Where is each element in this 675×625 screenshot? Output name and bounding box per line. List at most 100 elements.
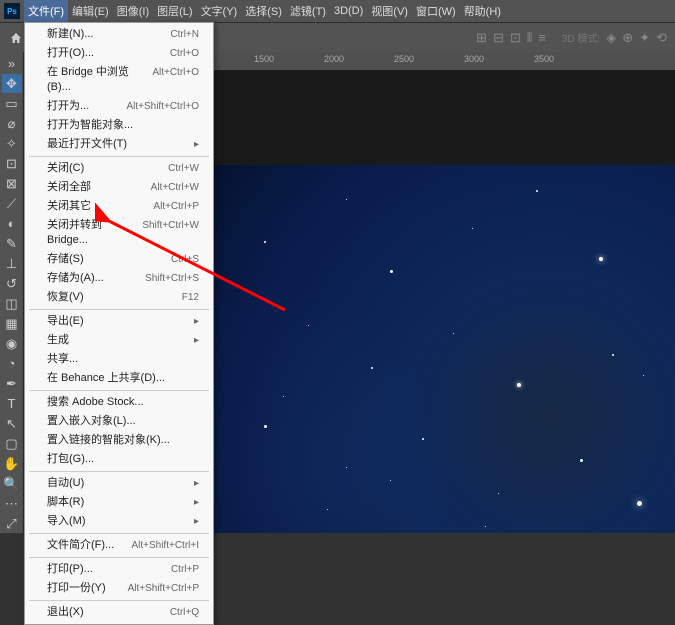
menu-item-label: 存储(S) [47, 252, 84, 267]
menu-item[interactable]: 生成▸ [25, 331, 213, 350]
menu-item-shortcut: ▸ [194, 495, 199, 510]
dodge-tool[interactable]: ◔ [2, 354, 22, 373]
menu-item[interactable]: 文件简介(F)...Alt+Shift+Ctrl+I [25, 536, 213, 555]
menu-item[interactable]: 关闭(C)Ctrl+W [25, 159, 213, 178]
menu-item[interactable]: 最近打开文件(T)▸ [25, 135, 213, 154]
blur-tool[interactable]: ◉ [2, 334, 22, 353]
ruler-tick: 3500 [534, 54, 554, 64]
menu-item-shortcut: ▸ [194, 476, 199, 491]
menu-item-shortcut: Ctrl+O [170, 46, 199, 61]
app-logo: Ps [4, 3, 20, 19]
menu-item-shortcut: Alt+Ctrl+O [152, 65, 199, 95]
align-icon[interactable]: ⊟ [493, 30, 504, 46]
align-icon[interactable]: ≡ [538, 30, 546, 46]
menu-help[interactable]: 帮助(H) [460, 0, 505, 22]
menu-item-label: 最近打开文件(T) [47, 137, 127, 152]
type-tool[interactable]: T [2, 394, 22, 413]
menu-file[interactable]: 文件(F) [24, 0, 68, 22]
menu-item[interactable]: 导出(E)▸ [25, 312, 213, 331]
menu-item[interactable]: 脚本(R) ▸ [25, 493, 213, 512]
hand-tool[interactable]: ✋ [2, 454, 22, 473]
menu-item-shortcut: F12 [182, 290, 199, 305]
pen-tool[interactable]: ✒ [2, 374, 22, 393]
menu-item[interactable]: 恢复(V)F12 [25, 288, 213, 307]
stamp-tool[interactable]: ⊥ [2, 254, 22, 273]
swap-colors-icon[interactable]: ⤢ [2, 514, 22, 533]
brush-tool[interactable]: ✎ [2, 234, 22, 253]
3d-icon[interactable]: ◈ [606, 30, 616, 46]
menu-item-label: 退出(X) [47, 605, 84, 620]
menu-item[interactable]: 搜索 Adobe Stock... [25, 393, 213, 412]
frame-tool[interactable]: ⊠ [2, 174, 22, 193]
menu-item[interactable]: 打开为智能对象... [25, 116, 213, 135]
menu-item[interactable]: 在 Behance 上共享(D)... [25, 369, 213, 388]
menu-item[interactable]: 导入(M) ▸ [25, 512, 213, 531]
menu-item-shortcut: ▸ [194, 333, 199, 348]
menu-item-label: 置入链接的智能对象(K)... [47, 433, 170, 448]
menu-item[interactable]: 打包(G)... [25, 450, 213, 469]
align-icon[interactable]: ⊡ [510, 30, 521, 46]
menu-window[interactable]: 窗口(W) [412, 0, 460, 22]
menu-separator [29, 309, 209, 310]
menu-item-label: 在 Behance 上共享(D)... [47, 371, 165, 386]
menu-item[interactable]: 关闭全部Alt+Ctrl+W [25, 178, 213, 197]
menu-item[interactable]: 自动(U)▸ [25, 474, 213, 493]
menu-item[interactable]: 置入嵌入对象(L)... [25, 412, 213, 431]
menu-item-label: 共享... [47, 352, 78, 367]
file-menu-dropdown: 新建(N)...Ctrl+N打开(O)...Ctrl+O在 Bridge 中浏览… [24, 22, 214, 625]
wand-tool[interactable]: ✧ [2, 134, 22, 153]
eraser-tool[interactable]: ◫ [2, 294, 22, 313]
history-tool[interactable]: ↺ [2, 274, 22, 293]
lasso-tool[interactable]: ⌀ [2, 114, 22, 133]
menu-item[interactable]: 打印一份(Y)Alt+Shift+Ctrl+P [25, 579, 213, 598]
menu-item[interactable]: 打开为...Alt+Shift+Ctrl+O [25, 97, 213, 116]
menu-filter[interactable]: 滤镜(T) [286, 0, 330, 22]
menu-item-label: 导入(M) [47, 514, 86, 529]
menu-item-label: 关闭其它 [47, 199, 91, 214]
3d-icon[interactable]: ⊕ [622, 30, 633, 46]
move-tool[interactable]: ✥ [2, 74, 22, 93]
3d-icon[interactable]: ⟲ [656, 30, 667, 46]
marquee-tool[interactable]: ▭ [2, 94, 22, 113]
menu-item[interactable]: 打印(P)...Ctrl+P [25, 560, 213, 579]
path-tool[interactable]: ↖ [2, 414, 22, 433]
menu-item[interactable]: 在 Bridge 中浏览(B)...Alt+Ctrl+O [25, 63, 213, 97]
menu-item[interactable]: 存储为(A)...Shift+Ctrl+S [25, 269, 213, 288]
mode-label: 3D 模式: [562, 30, 600, 46]
heal-tool[interactable]: ◐ [2, 214, 22, 233]
menu-edit[interactable]: 编辑(E) [68, 0, 113, 22]
zoom-tool[interactable]: 🔍 [2, 474, 22, 493]
menu-view[interactable]: 视图(V) [367, 0, 412, 22]
menu-item[interactable]: 新建(N)...Ctrl+N [25, 25, 213, 44]
menu-select[interactable]: 选择(S) [241, 0, 286, 22]
menu-separator [29, 156, 209, 157]
menu-type[interactable]: 文字(Y) [197, 0, 242, 22]
more-tool[interactable]: ⋯ [2, 494, 22, 513]
menu-item[interactable]: 置入链接的智能对象(K)... [25, 431, 213, 450]
menu-item-shortcut: Ctrl+Q [170, 605, 199, 620]
menu-layer[interactable]: 图层(L) [153, 0, 196, 22]
align-icon[interactable]: ⫴ [527, 30, 532, 46]
menu-item[interactable]: 关闭并转到 Bridge...Shift+Ctrl+W [25, 216, 213, 250]
menu-image[interactable]: 图像(I) [113, 0, 153, 22]
menu-item[interactable]: 打开(O)...Ctrl+O [25, 44, 213, 63]
gradient-tool[interactable]: ▦ [2, 314, 22, 333]
menu-item[interactable]: 存储(S)Ctrl+S [25, 250, 213, 269]
eyedropper-tool[interactable]: ⟋ [2, 194, 22, 213]
menu-item-label: 脚本(R) [47, 495, 84, 510]
menu-item-shortcut: ▸ [194, 514, 199, 529]
menu-item[interactable]: 退出(X) Ctrl+Q [25, 603, 213, 622]
align-icon[interactable]: ⊞ [476, 30, 487, 46]
crop-tool[interactable]: ⊡ [2, 154, 22, 173]
rect-tool[interactable]: ▢ [2, 434, 22, 453]
home-icon[interactable] [8, 30, 24, 46]
menu-item-label: 关闭并转到 Bridge... [47, 218, 142, 248]
menu-3d[interactable]: 3D(D) [330, 2, 367, 20]
menu-item[interactable]: 关闭其它Alt+Ctrl+P [25, 197, 213, 216]
menu-separator [29, 600, 209, 601]
collapse-icon[interactable]: » [2, 54, 22, 73]
menu-item-label: 打开为智能对象... [47, 118, 133, 133]
menu-item-label: 存储为(A)... [47, 271, 104, 286]
menu-item[interactable]: 共享... [25, 350, 213, 369]
3d-icon[interactable]: ✦ [639, 30, 650, 46]
